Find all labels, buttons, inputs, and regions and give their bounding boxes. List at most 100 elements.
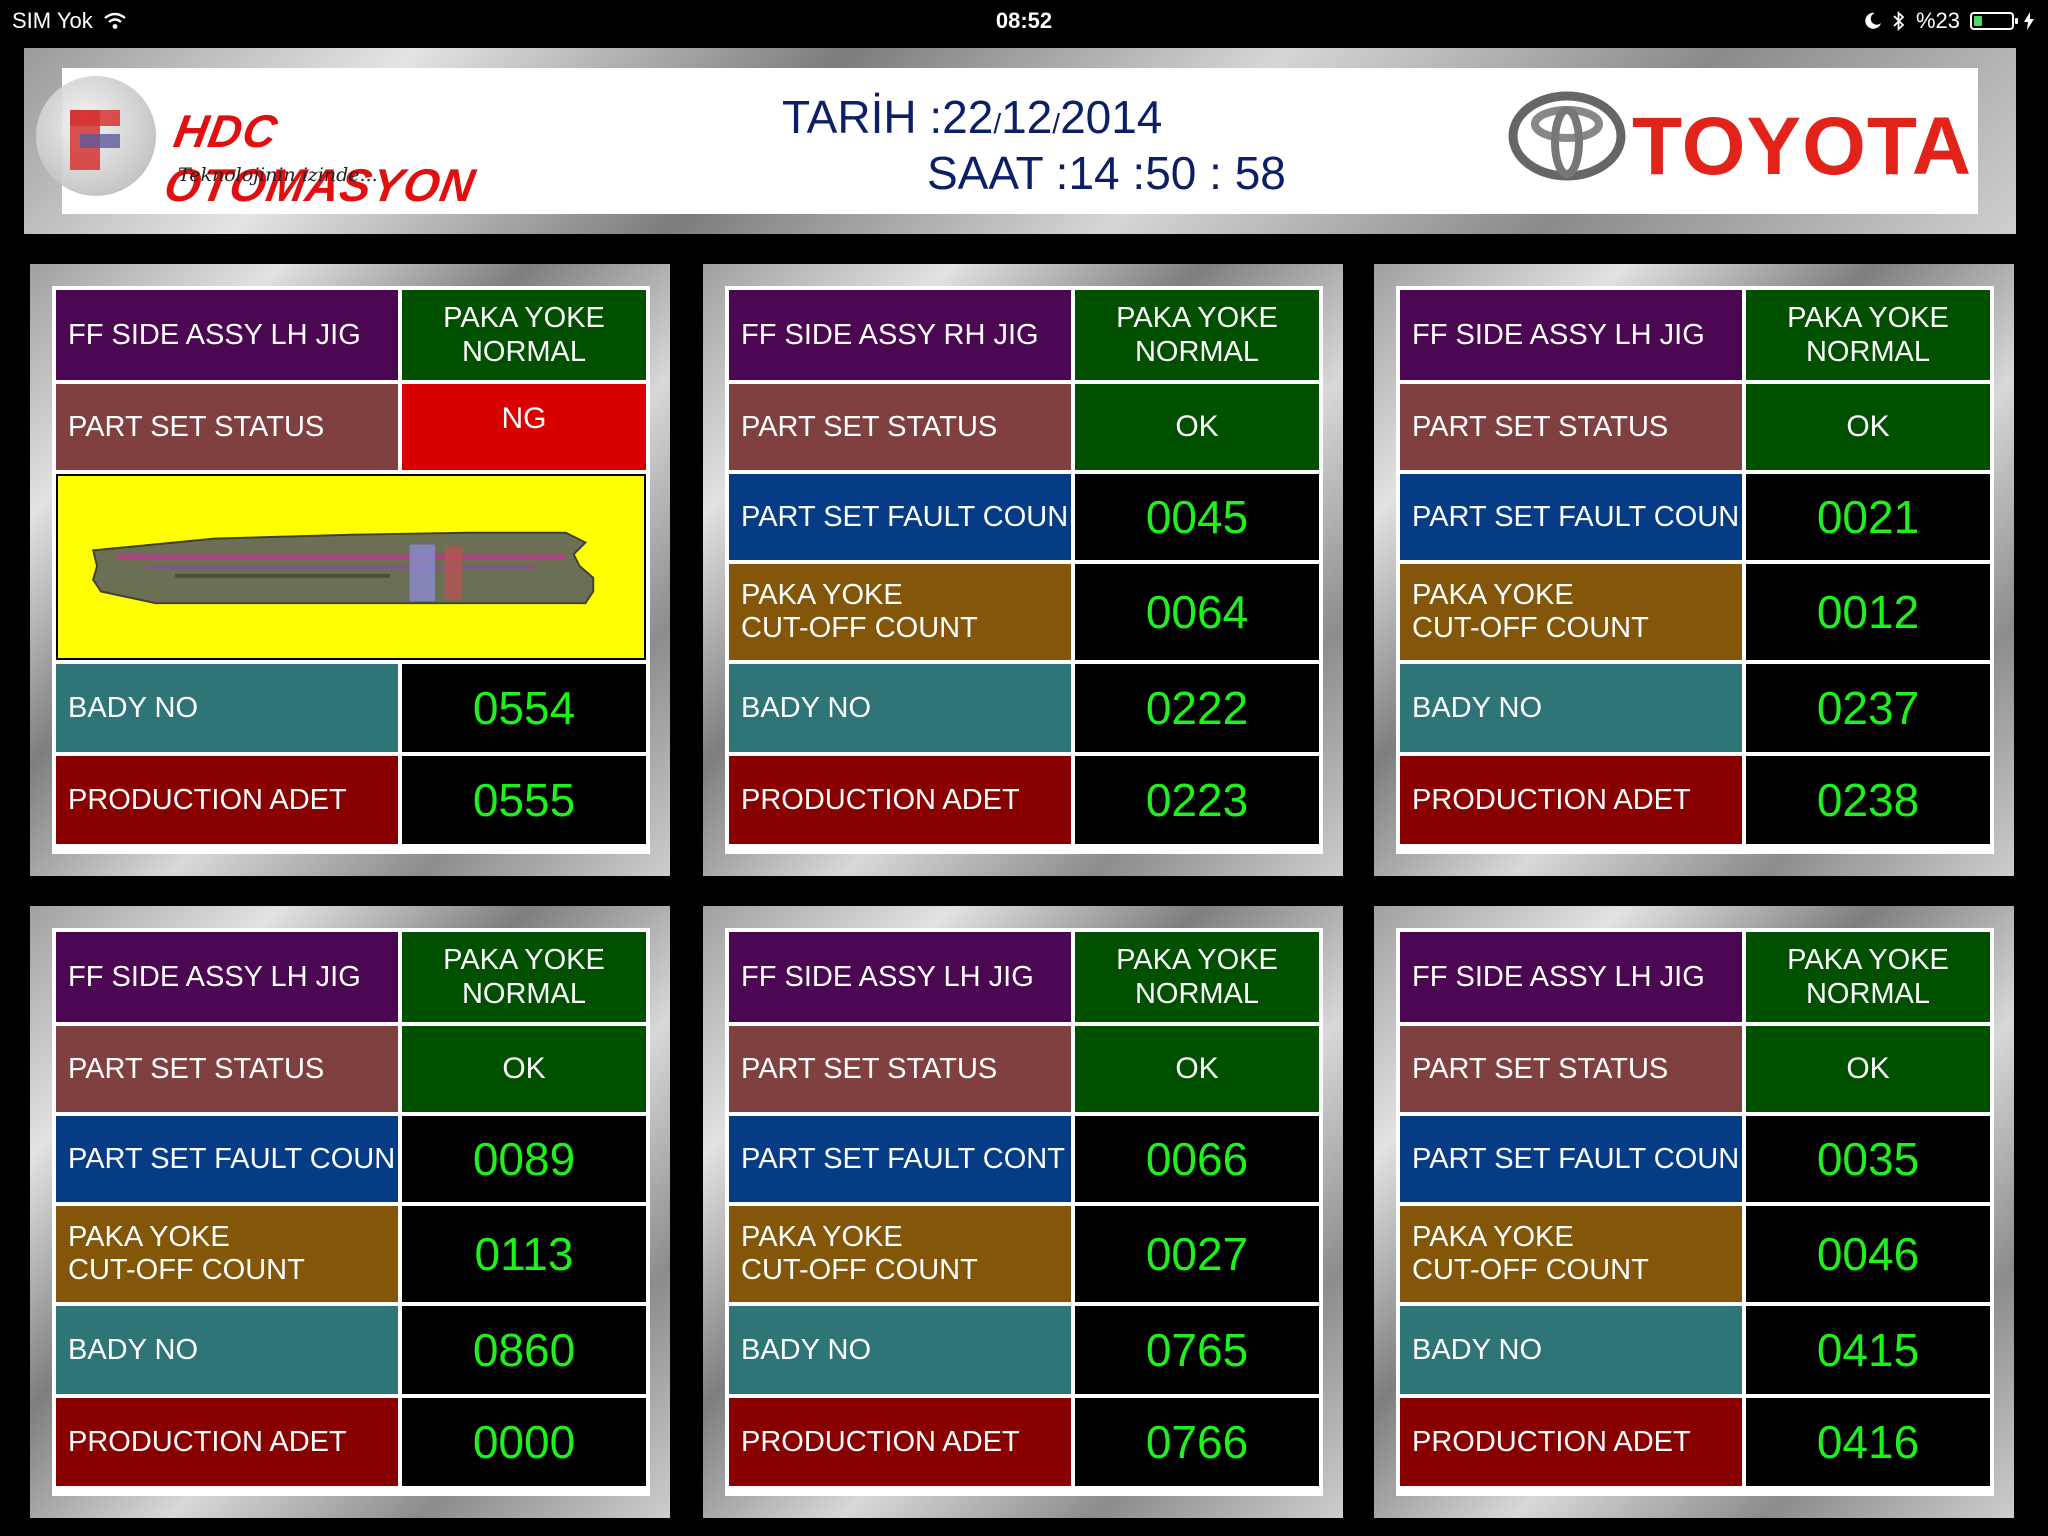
jig-panel-inner: FF SIDE ASSY LH JIG PAKA YOKE NORMAL PART S…	[725, 928, 1323, 1496]
paka-yoke-mode: PAKA YOKE NORMAL	[402, 290, 646, 380]
paka-yoke-cutoff-count-value: 0113	[402, 1206, 646, 1302]
part-set-status-label: PART SET STATUS	[1400, 384, 1742, 470]
production-adet-value: 0223	[1075, 756, 1319, 844]
date-line: TARİH :22/12/2014	[782, 90, 1162, 144]
time-minute: 50	[1145, 147, 1197, 199]
paka-yoke-mode-lines: PAKA YOKE NORMAL	[1787, 301, 1949, 369]
part-set-status-badge: OK	[1075, 384, 1319, 470]
paka-yoke-cutoff-label-lines: PAKA YOKE CUT-OFF COUNT	[68, 1221, 305, 1287]
jig-panel-inner: FF SIDE ASSY LH JIG PAKA YOKE NORMAL PART S…	[52, 286, 650, 854]
part-set-fault-count-value: 0035	[1746, 1116, 1990, 1202]
status-row: PART SET STATUS OK	[56, 1026, 646, 1112]
body-no-row: BADY NO 0237	[1400, 664, 1990, 752]
paka-yoke-cutoff-label-lines: PAKA YOKE CUT-OFF COUNT	[1412, 1221, 1649, 1287]
status-row: PART SET STATUS OK	[729, 1026, 1319, 1112]
body-no-row: BADY NO 0765	[729, 1306, 1319, 1394]
paka-yoke-mode: PAKA YOKE NORMAL	[1746, 932, 1990, 1022]
body-no-value: 0860	[402, 1306, 646, 1394]
date-year: 2014	[1060, 91, 1163, 143]
paka-yoke-cutoff-label: PAKA YOKE CUT-OFF COUNT	[56, 1206, 398, 1302]
body-no-label: BADY NO	[56, 664, 398, 752]
time-separator: :	[1132, 147, 1146, 199]
paka-yoke-cutoff-label-line2: CUT-OFF COUNT	[1412, 612, 1649, 644]
paka-yoke-mode-line1: PAKA YOKE	[1116, 302, 1278, 334]
paka-yoke-mode-line1: PAKA YOKE	[1116, 944, 1278, 976]
time-line: SAAT :14 :50 : 58	[927, 146, 1286, 200]
paka-yoke-cutoff-label-line1: PAKA YOKE	[68, 1221, 230, 1253]
jig-row: FF SIDE ASSY LH JIG PAKA YOKE NORMAL	[1400, 290, 1990, 380]
fault-count-row: PART SET FAULT COUN 0035	[1400, 1116, 1990, 1202]
part-set-status-label: PART SET STATUS	[729, 1026, 1071, 1112]
production-adet-value: 0238	[1746, 756, 1990, 844]
status-row: PART SET STATUS OK	[1400, 1026, 1990, 1112]
paka-yoke-cutoff-label-line1: PAKA YOKE	[741, 579, 903, 611]
battery-icon	[1970, 12, 2018, 30]
body-no-row: BADY NO 0222	[729, 664, 1319, 752]
body-no-value: 0415	[1746, 1306, 1990, 1394]
paka-yoke-mode-line1: PAKA YOKE	[1787, 944, 1949, 976]
fault-count-row: PART SET FAULT CONT 0066	[729, 1116, 1319, 1202]
fault-count-row: PART SET FAULT COUN 0021	[1400, 474, 1990, 560]
jig-row: FF SIDE ASSY LH JIG PAKA YOKE NORMAL	[56, 290, 646, 380]
paka-yoke-mode: PAKA YOKE NORMAL	[1075, 932, 1319, 1022]
time-second: 58	[1234, 147, 1286, 199]
part-set-status-label: PART SET STATUS	[56, 384, 398, 470]
paka-yoke-cutoff-label-lines: PAKA YOKE CUT-OFF COUNT	[741, 1221, 978, 1287]
paka-yoke-cutoff-label: PAKA YOKE CUT-OFF COUNT	[729, 1206, 1071, 1302]
jig-name: FF SIDE ASSY LH JIG	[1400, 932, 1742, 1022]
paka-yoke-cutoff-label-line1: PAKA YOKE	[1412, 579, 1574, 611]
paka-yoke-mode-lines: PAKA YOKE NORMAL	[1116, 943, 1278, 1011]
company-emblem-icon	[70, 110, 120, 170]
production-adet-label: PRODUCTION ADET	[56, 1398, 398, 1486]
side-panel-part-icon	[91, 531, 595, 605]
paka-yoke-cutoff-count-value: 0027	[1075, 1206, 1319, 1302]
paka-yoke-mode-lines: PAKA YOKE NORMAL	[1116, 301, 1278, 369]
part-set-fault-count-value: 0089	[402, 1116, 646, 1202]
date-label: TARİH :	[782, 91, 943, 143]
jig-name: FF SIDE ASSY LH JIG	[56, 932, 398, 1022]
paka-yoke-mode-line2: NORMAL	[1805, 978, 1931, 1010]
status-row: PART SET STATUS NG	[56, 384, 646, 470]
jig-panel: FF SIDE ASSY RH JIG PAKA YOKE NORMAL PART S…	[703, 264, 1343, 876]
part-set-fault-count-label: PART SET FAULT COUN	[1400, 1116, 1742, 1202]
paka-yoke-cutoff-label-lines: PAKA YOKE CUT-OFF COUNT	[741, 579, 978, 645]
status-bar-right: %23	[1864, 8, 2034, 34]
paka-yoke-cutoff-label: PAKA YOKE CUT-OFF COUNT	[1400, 1206, 1742, 1302]
body-no-value: 0554	[402, 664, 646, 752]
jig-name: FF SIDE ASSY LH JIG	[56, 290, 398, 380]
part-set-status-badge: NG	[402, 384, 646, 470]
part-set-fault-count-value: 0021	[1746, 474, 1990, 560]
paka-yoke-mode-lines: PAKA YOKE NORMAL	[443, 943, 605, 1011]
date-separator: /	[1052, 108, 1061, 139]
date-separator: /	[993, 108, 1002, 139]
paka-yoke-mode-line2: NORMAL	[1805, 336, 1931, 368]
jig-panel-inner: FF SIDE ASSY LH JIG PAKA YOKE NORMAL PART S…	[1396, 928, 1994, 1496]
body-no-label: BADY NO	[729, 1306, 1071, 1394]
jig-panel: FF SIDE ASSY LH JIG PAKA YOKE NORMAL PART S…	[1374, 264, 2014, 876]
paka-yoke-mode-line1: PAKA YOKE	[443, 302, 605, 334]
moon-icon	[1865, 12, 1881, 29]
paka-yoke-cutoff-label-line2: CUT-OFF COUNT	[68, 1254, 305, 1286]
jig-panel-inner: FF SIDE ASSY LH JIG PAKA YOKE NORMAL PART S…	[1396, 286, 1994, 854]
jig-row: FF SIDE ASSY RH JIG PAKA YOKE NORMAL	[729, 290, 1319, 380]
part-set-status-label: PART SET STATUS	[1400, 1026, 1742, 1112]
cutoff-count-row: PAKA YOKE CUT-OFF COUNT 0064	[729, 564, 1319, 660]
header: HDC OTOMASYON Teknolojinin izinde... TAR…	[36, 68, 1978, 214]
company-logo-emblem	[36, 76, 156, 196]
production-adet-value: 0000	[402, 1398, 646, 1486]
paka-yoke-cutoff-label-line1: PAKA YOKE	[1412, 1221, 1574, 1253]
body-no-label: BADY NO	[729, 664, 1071, 752]
paka-yoke-cutoff-label: PAKA YOKE CUT-OFF COUNT	[729, 564, 1071, 660]
company-tagline: Teknolojinin izinde...	[178, 164, 378, 186]
brand-logo: TOYOTA	[1508, 90, 1971, 192]
status-bar: SIM Yok 08:52 %23	[0, 0, 2048, 40]
production-row: PRODUCTION ADET 0000	[56, 1398, 646, 1486]
paka-yoke-mode: PAKA YOKE NORMAL	[1746, 290, 1990, 380]
paka-yoke-mode-line2: NORMAL	[1134, 336, 1260, 368]
jig-panel: FF SIDE ASSY LH JIG PAKA YOKE NORMAL PART S…	[30, 906, 670, 1518]
production-adet-label: PRODUCTION ADET	[1400, 1398, 1742, 1486]
cutoff-count-row: PAKA YOKE CUT-OFF COUNT 0027	[729, 1206, 1319, 1302]
cutoff-count-row: PAKA YOKE CUT-OFF COUNT 0012	[1400, 564, 1990, 660]
paka-yoke-cutoff-count-value: 0046	[1746, 1206, 1990, 1302]
body-no-value: 0237	[1746, 664, 1990, 752]
